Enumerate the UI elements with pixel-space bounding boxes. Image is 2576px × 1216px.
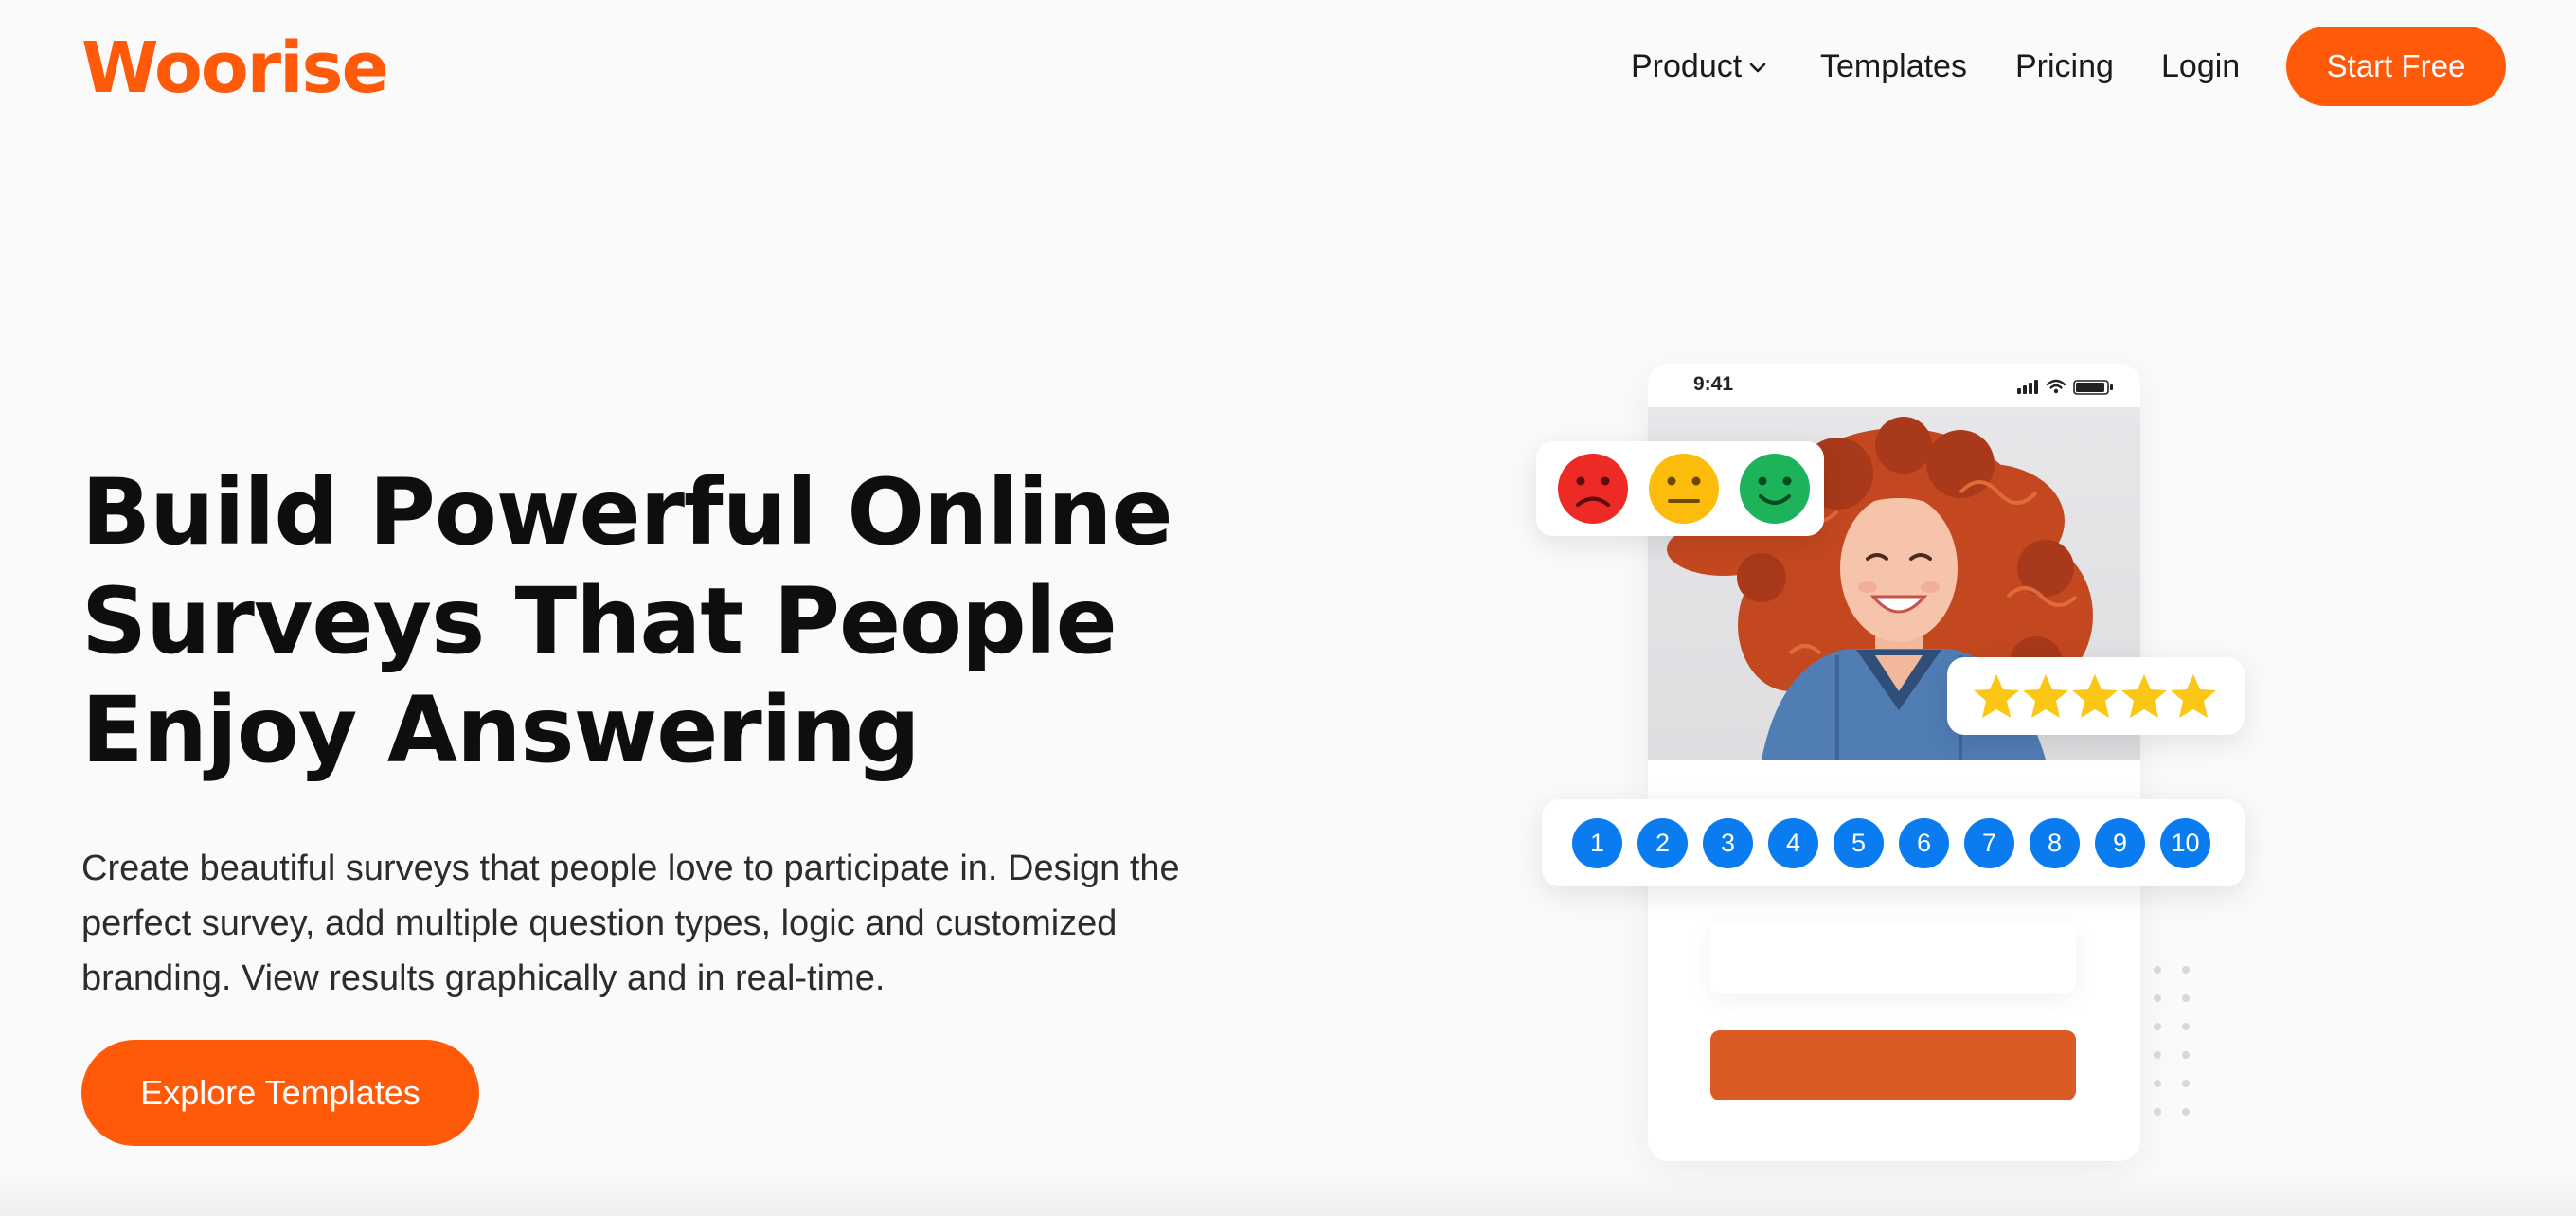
scale-option[interactable]: 5 [1834, 817, 1884, 868]
nav-product-label: Product [1631, 48, 1743, 84]
start-free-button[interactable]: Start Free [2286, 27, 2506, 106]
emoji-rating-card [1536, 441, 1824, 536]
scale-option[interactable]: 2 [1637, 817, 1688, 868]
status-bar-icons [2017, 379, 2113, 395]
hero-description-line: branding. View results graphically and i… [81, 958, 886, 998]
scale-option[interactable]: 4 [1768, 817, 1818, 868]
hero-title-line: Surveys That People [81, 568, 1118, 674]
star-rating-card [1947, 657, 2245, 735]
hero-description: Create beautiful surveys that people lov… [81, 841, 1294, 1006]
submit-bar [1710, 1030, 2076, 1100]
sad-face-icon [1558, 454, 1628, 524]
star-icon [2171, 674, 2216, 718]
scale-option[interactable]: 10 [2160, 817, 2210, 868]
hero-title-line: Enjoy Answering [81, 677, 921, 783]
wifi-icon [2046, 379, 2066, 389]
status-time: 9:41 [1693, 373, 1734, 395]
answer-input-field [1710, 922, 2076, 994]
scale-option[interactable]: 3 [1703, 817, 1753, 868]
star-icon [2023, 674, 2068, 718]
explore-templates-button[interactable]: Explore Templates [81, 1040, 479, 1146]
section-divider-shadow [0, 1174, 2576, 1216]
scale-option[interactable]: 1 [1572, 817, 1622, 868]
happy-face-icon [1740, 454, 1810, 524]
star-icon [1974, 674, 2019, 718]
star-icon [2072, 674, 2118, 718]
nav-login[interactable]: Login [2161, 45, 2240, 87]
nav-templates[interactable]: Templates [1820, 45, 1967, 87]
nav-product[interactable]: Product [1631, 45, 1768, 87]
decorative-dots [2154, 966, 2190, 1116]
number-scale-card: 1 2 3 4 5 6 7 8 9 10 [1542, 799, 2245, 886]
nav-pricing[interactable]: Pricing [2015, 45, 2114, 87]
hero-description-line: Create beautiful surveys that people lov… [81, 849, 1180, 888]
scale-option[interactable]: 7 [1964, 817, 2014, 868]
signal-icon [2017, 380, 2038, 394]
site-header: Woorise Product Templates Pricing Login … [0, 0, 2576, 134]
woorise-logo[interactable]: Woorise [81, 21, 389, 116]
chevron-down-icon [1749, 63, 1766, 73]
battery-icon [2073, 380, 2113, 395]
hero-title-line: Build Powerful Online [81, 459, 1173, 565]
scale-option[interactable]: 6 [1899, 817, 1949, 868]
hero-title: Build Powerful Online Surveys That Peopl… [81, 458, 1218, 785]
neutral-face-icon [1649, 454, 1719, 524]
star-icon [2121, 674, 2167, 718]
scale-option[interactable]: 9 [2095, 817, 2145, 868]
hero-description-line: perfect survey, add multiple question ty… [81, 903, 1118, 943]
scale-option[interactable]: 8 [2030, 817, 2080, 868]
